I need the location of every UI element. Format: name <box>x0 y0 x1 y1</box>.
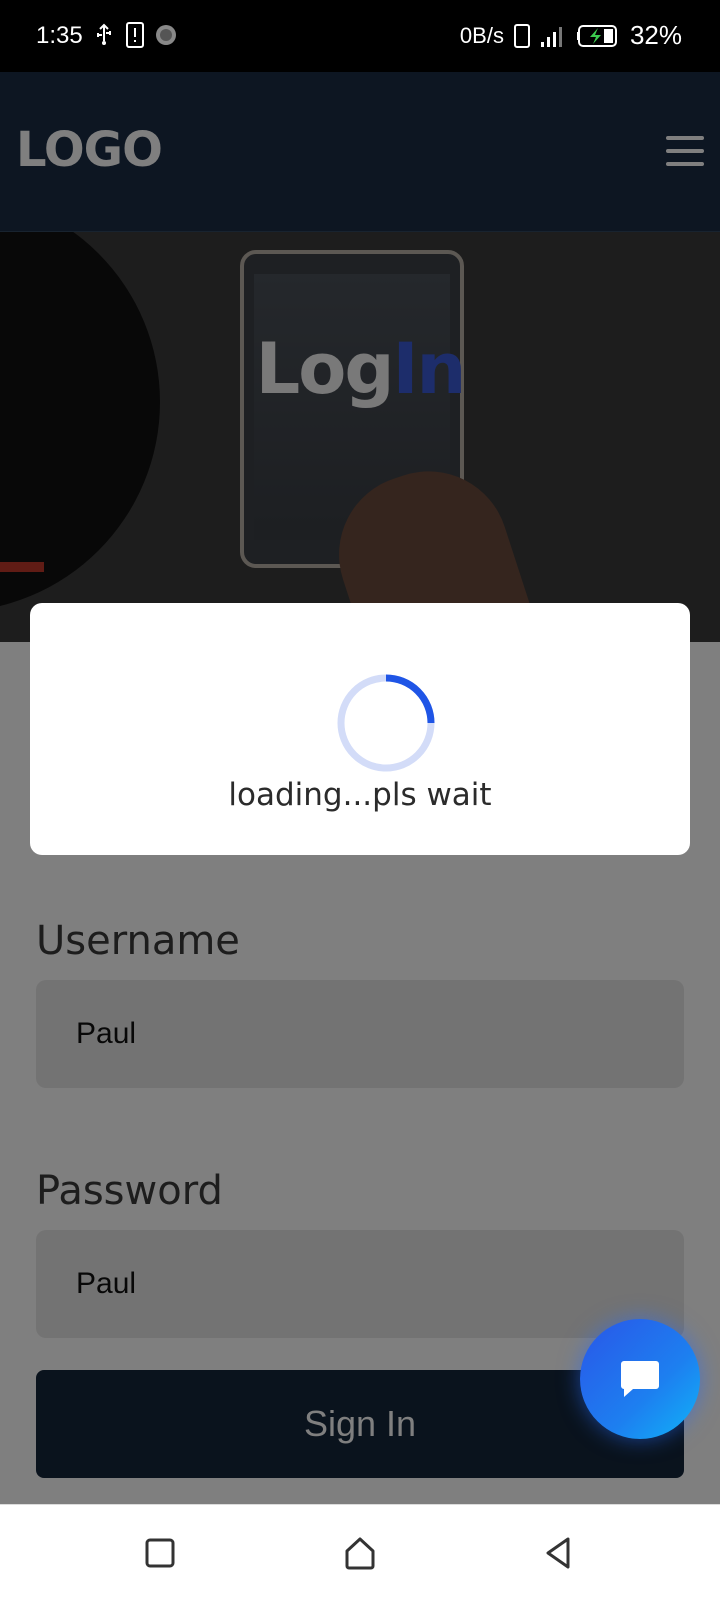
status-bar: 1:35 0B/s 32% <box>0 0 720 72</box>
chat-bubble-icon <box>621 1361 659 1397</box>
alert-icon <box>126 22 144 48</box>
recent-apps-icon[interactable] <box>140 1533 180 1573</box>
chat-button[interactable] <box>580 1319 700 1439</box>
sync-icon <box>156 25 176 45</box>
loading-spinner-icon <box>337 674 435 772</box>
status-time: 1:35 <box>36 22 83 49</box>
signal-icon <box>540 26 562 47</box>
battery-percent: 32% <box>629 20 682 50</box>
net-speed: 0B/s <box>459 22 504 48</box>
app-page: LOGO LogIn Username Paul Password Paul S… <box>0 72 720 1504</box>
usb-icon <box>97 23 111 45</box>
back-icon[interactable] <box>538 1533 578 1573</box>
status-icons-right: 0B/s 32% <box>460 20 682 51</box>
system-nav-bar <box>0 1504 720 1600</box>
status-icons-left <box>92 22 178 48</box>
battery-charging-icon <box>576 24 617 47</box>
vibrate-icon <box>513 23 530 48</box>
loading-text: loading...pls wait <box>228 777 492 813</box>
home-icon[interactable] <box>340 1533 380 1573</box>
loading-dialog: loading...pls wait <box>30 603 690 855</box>
